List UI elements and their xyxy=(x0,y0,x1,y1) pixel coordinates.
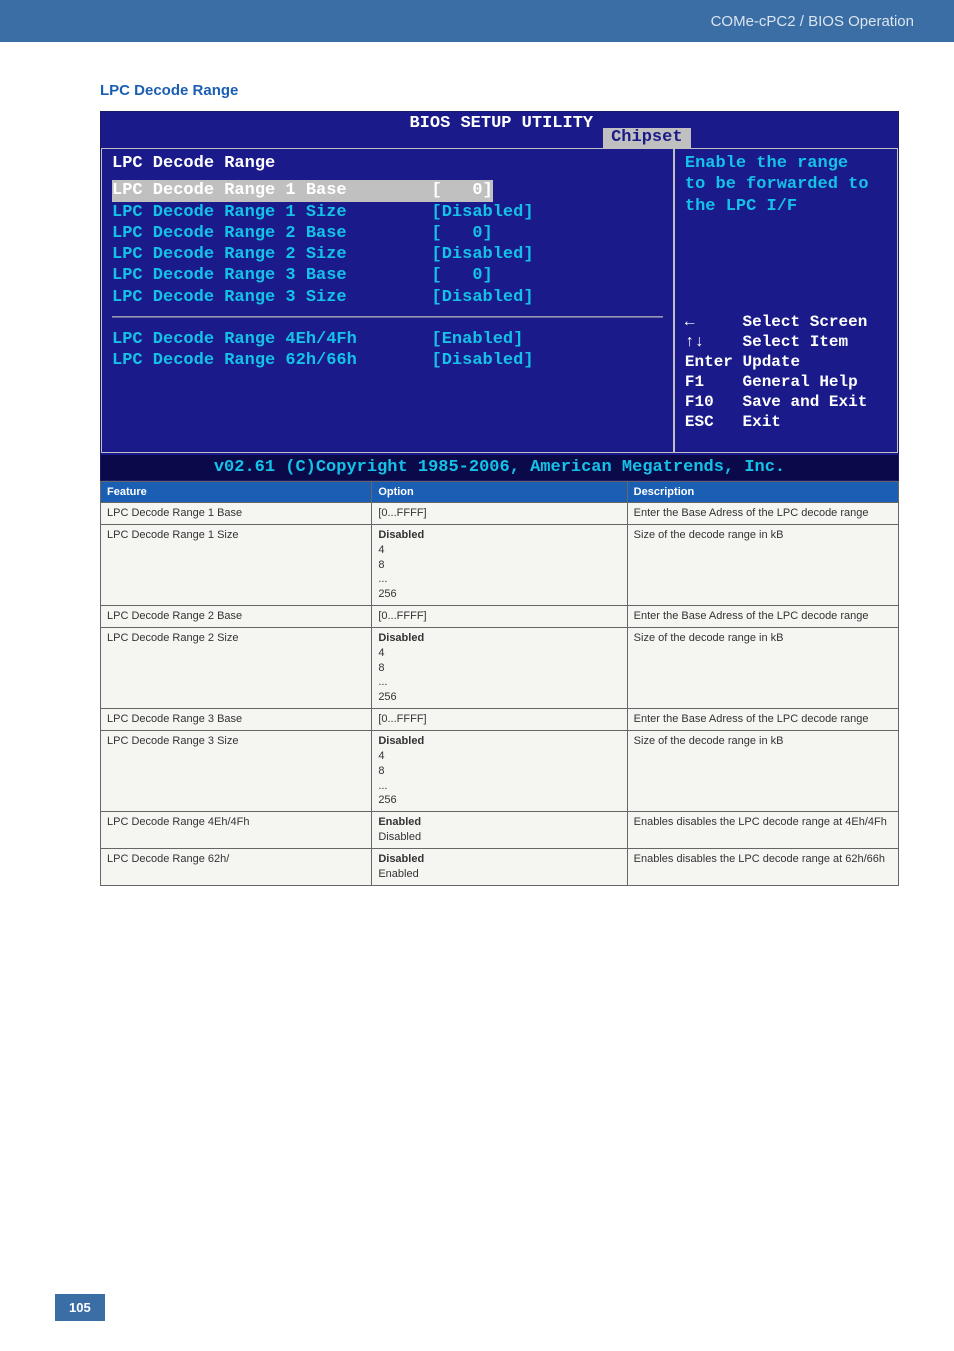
bios-left-pane: LPC Decode Range LPC Decode Range 1 Base… xyxy=(101,148,674,453)
bios-pane-heading: LPC Decode Range xyxy=(112,153,663,174)
cell-description: Size of the decode range in kB xyxy=(627,627,898,708)
bios-setting-row: LPC Decode Range 3 Base[ 0] xyxy=(112,265,663,286)
cell-description: Enter the Base Adress of the LPC decode … xyxy=(627,503,898,525)
bios-setting-value: [Disabled] xyxy=(432,350,534,371)
table-row: LPC Decode Range 1 SizeDisabled48...256S… xyxy=(101,524,899,605)
bios-setting-label: LPC Decode Range 2 Size xyxy=(112,244,432,265)
bios-screenshot: BIOS SETUP UTILITY Chipset LPC Decode Ra… xyxy=(100,111,899,481)
bios-setting-row: LPC Decode Range 2 Size[Disabled] xyxy=(112,244,663,265)
th-option: Option xyxy=(372,482,627,503)
cell-option: EnabledDisabled xyxy=(372,812,627,849)
cell-feature: LPC Decode Range 62h/ xyxy=(101,848,372,885)
cell-description: Enter the Base Adress of the LPC decode … xyxy=(627,709,898,731)
bios-title: BIOS SETUP UTILITY xyxy=(101,112,603,133)
cell-option: [0...FFFF] xyxy=(372,503,627,525)
cell-option: DisabledEnabled xyxy=(372,848,627,885)
cell-option: Disabled48...256 xyxy=(372,627,627,708)
bios-setting-row: LPC Decode Range 62h/66h[Disabled] xyxy=(112,350,663,371)
bios-nav-help: ← Select Screen ↑↓ Select Item Enter Upd… xyxy=(685,312,891,432)
bios-separator: ────────────────────────────────────────… xyxy=(112,308,663,329)
table-row: LPC Decode Range 1 Base[0...FFFF]Enter t… xyxy=(101,503,899,525)
cell-option: Disabled48...256 xyxy=(372,524,627,605)
cell-description: Enables disables the LPC decode range at… xyxy=(627,812,898,849)
bios-setting-label: LPC Decode Range 62h/66h xyxy=(112,350,432,371)
cell-description: Size of the decode range in kB xyxy=(627,524,898,605)
cell-description: Enables disables the LPC decode range at… xyxy=(627,848,898,885)
bios-setting-label: LPC Decode Range 4Eh/4Fh xyxy=(112,329,432,350)
th-feature: Feature xyxy=(101,482,372,503)
cell-feature: LPC Decode Range 2 Base xyxy=(101,606,372,628)
bios-setting-row: LPC Decode Range 3 Size[Disabled] xyxy=(112,287,663,308)
bios-title-bar: BIOS SETUP UTILITY Chipset xyxy=(101,112,898,148)
cell-description: Size of the decode range in kB xyxy=(627,730,898,811)
bios-right-pane: Enable the range to be forwarded to the … xyxy=(674,148,898,453)
cell-option: [0...FFFF] xyxy=(372,606,627,628)
bios-setting-row: LPC Decode Range 2 Base[ 0] xyxy=(112,223,663,244)
bios-setting-row: LPC Decode Range 1 Size[Disabled] xyxy=(112,202,663,223)
bios-setting-value: [Disabled] xyxy=(432,287,534,308)
bios-setting-value: [Disabled] xyxy=(432,202,534,223)
bios-footer: v02.61 (C)Copyright 1985-2006, American … xyxy=(101,453,898,480)
cell-description: Enter the Base Adress of the LPC decode … xyxy=(627,606,898,628)
table-row: LPC Decode Range 2 SizeDisabled48...256S… xyxy=(101,627,899,708)
table-row: LPC Decode Range 2 Base[0...FFFF]Enter t… xyxy=(101,606,899,628)
feature-table: Feature Option Description LPC Decode Ra… xyxy=(100,481,899,886)
bios-setting-label: LPC Decode Range 1 Size xyxy=(112,202,432,223)
cell-feature: LPC Decode Range 1 Size xyxy=(101,524,372,605)
bios-setting-row: LPC Decode Range 1 Base[ 0] xyxy=(112,180,663,201)
page-number: 105 xyxy=(55,1294,105,1321)
section-title: LPC Decode Range xyxy=(100,82,899,99)
bios-setting-label: LPC Decode Range 2 Base xyxy=(112,223,432,244)
table-row: LPC Decode Range 62h/DisabledEnabledEnab… xyxy=(101,848,899,885)
table-row: LPC Decode Range 4Eh/4FhEnabledDisabledE… xyxy=(101,812,899,849)
bios-setting-value: [ 0] xyxy=(432,265,493,286)
bios-setting-value: [ 0] xyxy=(432,180,493,201)
bios-setting-value: [ 0] xyxy=(432,223,493,244)
bios-setting-row: LPC Decode Range 4Eh/4Fh[Enabled] xyxy=(112,329,663,350)
bios-setting-label: LPC Decode Range 3 Base xyxy=(112,265,432,286)
bios-setting-value: [Enabled] xyxy=(432,329,524,350)
table-row: LPC Decode Range 3 SizeDisabled48...256S… xyxy=(101,730,899,811)
table-row: LPC Decode Range 3 Base[0...FFFF]Enter t… xyxy=(101,709,899,731)
cell-feature: LPC Decode Range 2 Size xyxy=(101,627,372,708)
bios-help-text: Enable the range to be forwarded to the … xyxy=(685,153,891,217)
cell-option: [0...FFFF] xyxy=(372,709,627,731)
bios-setting-value: [Disabled] xyxy=(432,244,534,265)
bios-body: LPC Decode Range LPC Decode Range 1 Base… xyxy=(101,148,898,453)
cell-feature: LPC Decode Range 3 Size xyxy=(101,730,372,811)
cell-feature: LPC Decode Range 4Eh/4Fh xyxy=(101,812,372,849)
page-header: COMe-cPC2 / BIOS Operation xyxy=(0,0,954,42)
breadcrumb: COMe-cPC2 / BIOS Operation xyxy=(711,13,914,30)
bios-setting-label: LPC Decode Range 3 Size xyxy=(112,287,432,308)
bios-setting-label: LPC Decode Range 1 Base xyxy=(112,180,432,201)
page-content: LPC Decode Range BIOS SETUP UTILITY Chip… xyxy=(0,42,954,886)
cell-option: Disabled48...256 xyxy=(372,730,627,811)
cell-feature: LPC Decode Range 1 Base xyxy=(101,503,372,525)
cell-feature: LPC Decode Range 3 Base xyxy=(101,709,372,731)
bios-tab-chipset: Chipset xyxy=(603,128,690,148)
th-description: Description xyxy=(627,482,898,503)
